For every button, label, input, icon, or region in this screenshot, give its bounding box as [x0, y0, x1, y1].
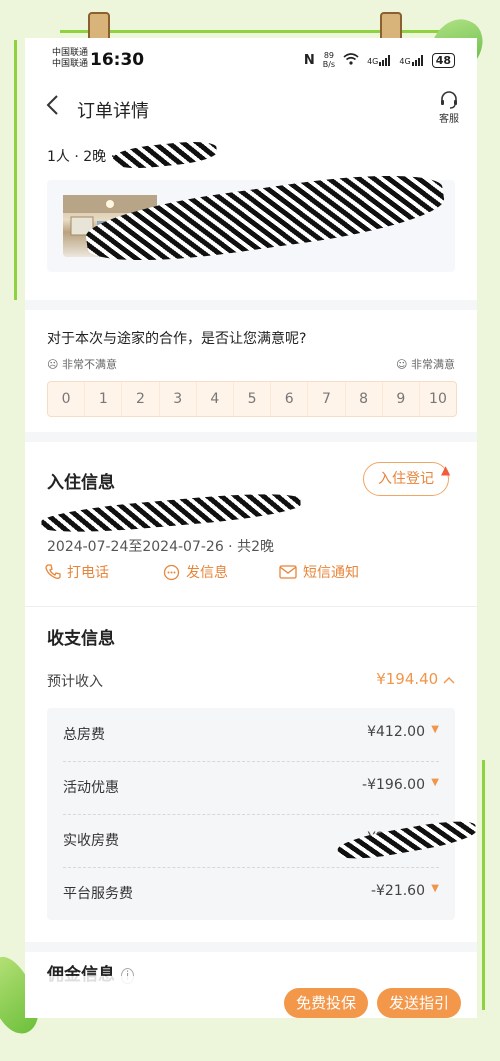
send-guide-button[interactable]: 发送指引	[377, 988, 461, 1018]
expected-income-value: ¥194.40	[376, 670, 439, 688]
wifi-icon	[343, 52, 359, 68]
expected-income-toggle[interactable]: ¥194.40	[376, 670, 455, 688]
section-divider	[25, 300, 477, 310]
status-icons: N 89 B/s 4G 4G 48	[304, 51, 455, 69]
checkin-register-button[interactable]: 入住登记	[363, 462, 449, 496]
chevron-up-icon	[443, 670, 455, 688]
breakdown-row[interactable]: 平台服务费 -¥21.60 ▼	[63, 867, 439, 920]
breakdown-value: -¥21.60	[370, 883, 425, 899]
message-label: 发信息	[186, 565, 228, 581]
chat-icon	[163, 564, 180, 580]
page-title: 订单详情	[77, 101, 149, 122]
rating-option[interactable]: 6	[271, 382, 309, 416]
breakdown-label: 总房费	[63, 727, 105, 743]
section-divider	[25, 942, 477, 952]
frame-deco-line-right	[482, 760, 485, 1010]
caret-down-icon: ▼	[431, 777, 439, 788]
rating-scale: 0 1 2 3 4 5 6 7 8 9 10	[47, 381, 457, 417]
back-arrow-icon[interactable]	[45, 94, 59, 121]
rating-option[interactable]: 8	[346, 382, 383, 416]
rating-option[interactable]: 4	[197, 382, 234, 416]
income-breakdown: 总房费 ¥412.00 ▼ 活动优惠 -¥196.00 ▼ 实收房费 ¥216.…	[47, 708, 455, 920]
carrier-1: 中国联通	[52, 48, 89, 58]
sad-face-icon: ☹	[47, 358, 59, 371]
expected-income-label: 预计收入	[47, 674, 103, 690]
call-button[interactable]: 打电话	[45, 562, 109, 582]
finance-section-title: 收支信息	[47, 629, 115, 649]
nav-bar: 订单详情 客服	[25, 88, 477, 128]
phone-icon	[45, 564, 61, 579]
rating-low-text: 非常不满意	[61, 358, 117, 371]
fire-icon: ▲	[441, 463, 451, 477]
contact-actions: 打电话 发信息 短信通知	[45, 562, 465, 586]
breakdown-row[interactable]: 活动优惠 -¥196.00 ▼	[63, 761, 439, 814]
signal-icon-2: 4G	[399, 54, 423, 66]
envelope-icon	[279, 565, 297, 579]
network-type-2: 4G	[399, 56, 411, 66]
frame-deco-line-left	[14, 40, 17, 300]
breakdown-row[interactable]: 总房费 ¥412.00 ▼	[63, 708, 439, 761]
signal-icon-1: 4G	[367, 54, 391, 66]
checkin-section-title: 入住信息	[47, 473, 115, 493]
breakdown-value: -¥196.00	[362, 777, 425, 793]
rating-option[interactable]: 7	[308, 382, 346, 416]
rating-option[interactable]: 5	[234, 382, 272, 416]
breakdown-label: 活动优惠	[63, 780, 119, 796]
headset-icon	[441, 91, 457, 109]
breakdown-label: 平台服务费	[63, 886, 133, 902]
status-time: 16:30	[90, 50, 145, 70]
status-bar: 中国联通 中国联通 16:30 N 89 B/s 4G 4G 48	[25, 38, 477, 82]
rating-option[interactable]: 9	[383, 382, 420, 416]
sms-label: 短信通知	[303, 565, 359, 581]
caret-down-icon: ▼	[431, 724, 439, 735]
message-button[interactable]: 发信息	[163, 562, 228, 582]
rating-low-label: ☹ 非常不满意	[47, 356, 117, 372]
rating-option[interactable]: 0	[48, 382, 86, 416]
call-label: 打电话	[67, 565, 109, 581]
customer-service-button[interactable]: 客服	[439, 91, 459, 125]
network-type-1: 4G	[367, 56, 379, 66]
rating-high-label: ☺ 非常满意	[396, 356, 455, 372]
section-divider	[25, 606, 477, 607]
free-insurance-button[interactable]: 免费投保	[284, 988, 368, 1018]
nfc-icon: N	[303, 52, 315, 68]
survey-question: 对于本次与途家的合作，是否让您满意呢?	[47, 331, 307, 347]
breakdown-value: ¥412.00	[367, 724, 425, 740]
caret-down-icon: ▼	[431, 883, 439, 894]
sms-notify-button[interactable]: 短信通知	[279, 562, 359, 582]
carrier-info: 中国联通 中国联通	[52, 48, 88, 70]
redaction-mark	[40, 488, 302, 538]
battery-icon: 48	[431, 52, 455, 68]
rating-high-text: 非常满意	[411, 358, 455, 371]
app-screen: 中国联通 中国联通 16:30 N 89 B/s 4G 4G 48 订单详情 客…	[25, 38, 477, 1018]
carrier-2: 中国联通	[52, 59, 89, 69]
rating-option[interactable]: 3	[160, 382, 197, 416]
rating-option[interactable]: 2	[122, 382, 160, 416]
breakdown-label: 实收房费	[63, 833, 119, 849]
bottom-action-bar: 免费投保 发送指引	[25, 976, 477, 1018]
stay-dates: 2024-07-24至2024-07-26 · 共2晚	[47, 539, 274, 555]
guest-summary: 1人 · 2晚 ·	[47, 149, 116, 165]
rating-option[interactable]: 10	[420, 382, 456, 416]
redaction-mark	[112, 138, 218, 172]
smile-face-icon: ☺	[396, 358, 408, 371]
service-label: 客服	[439, 114, 459, 125]
network-speed: 89 B/s	[322, 51, 336, 69]
section-divider	[25, 432, 477, 442]
rating-option[interactable]: 1	[85, 382, 123, 416]
